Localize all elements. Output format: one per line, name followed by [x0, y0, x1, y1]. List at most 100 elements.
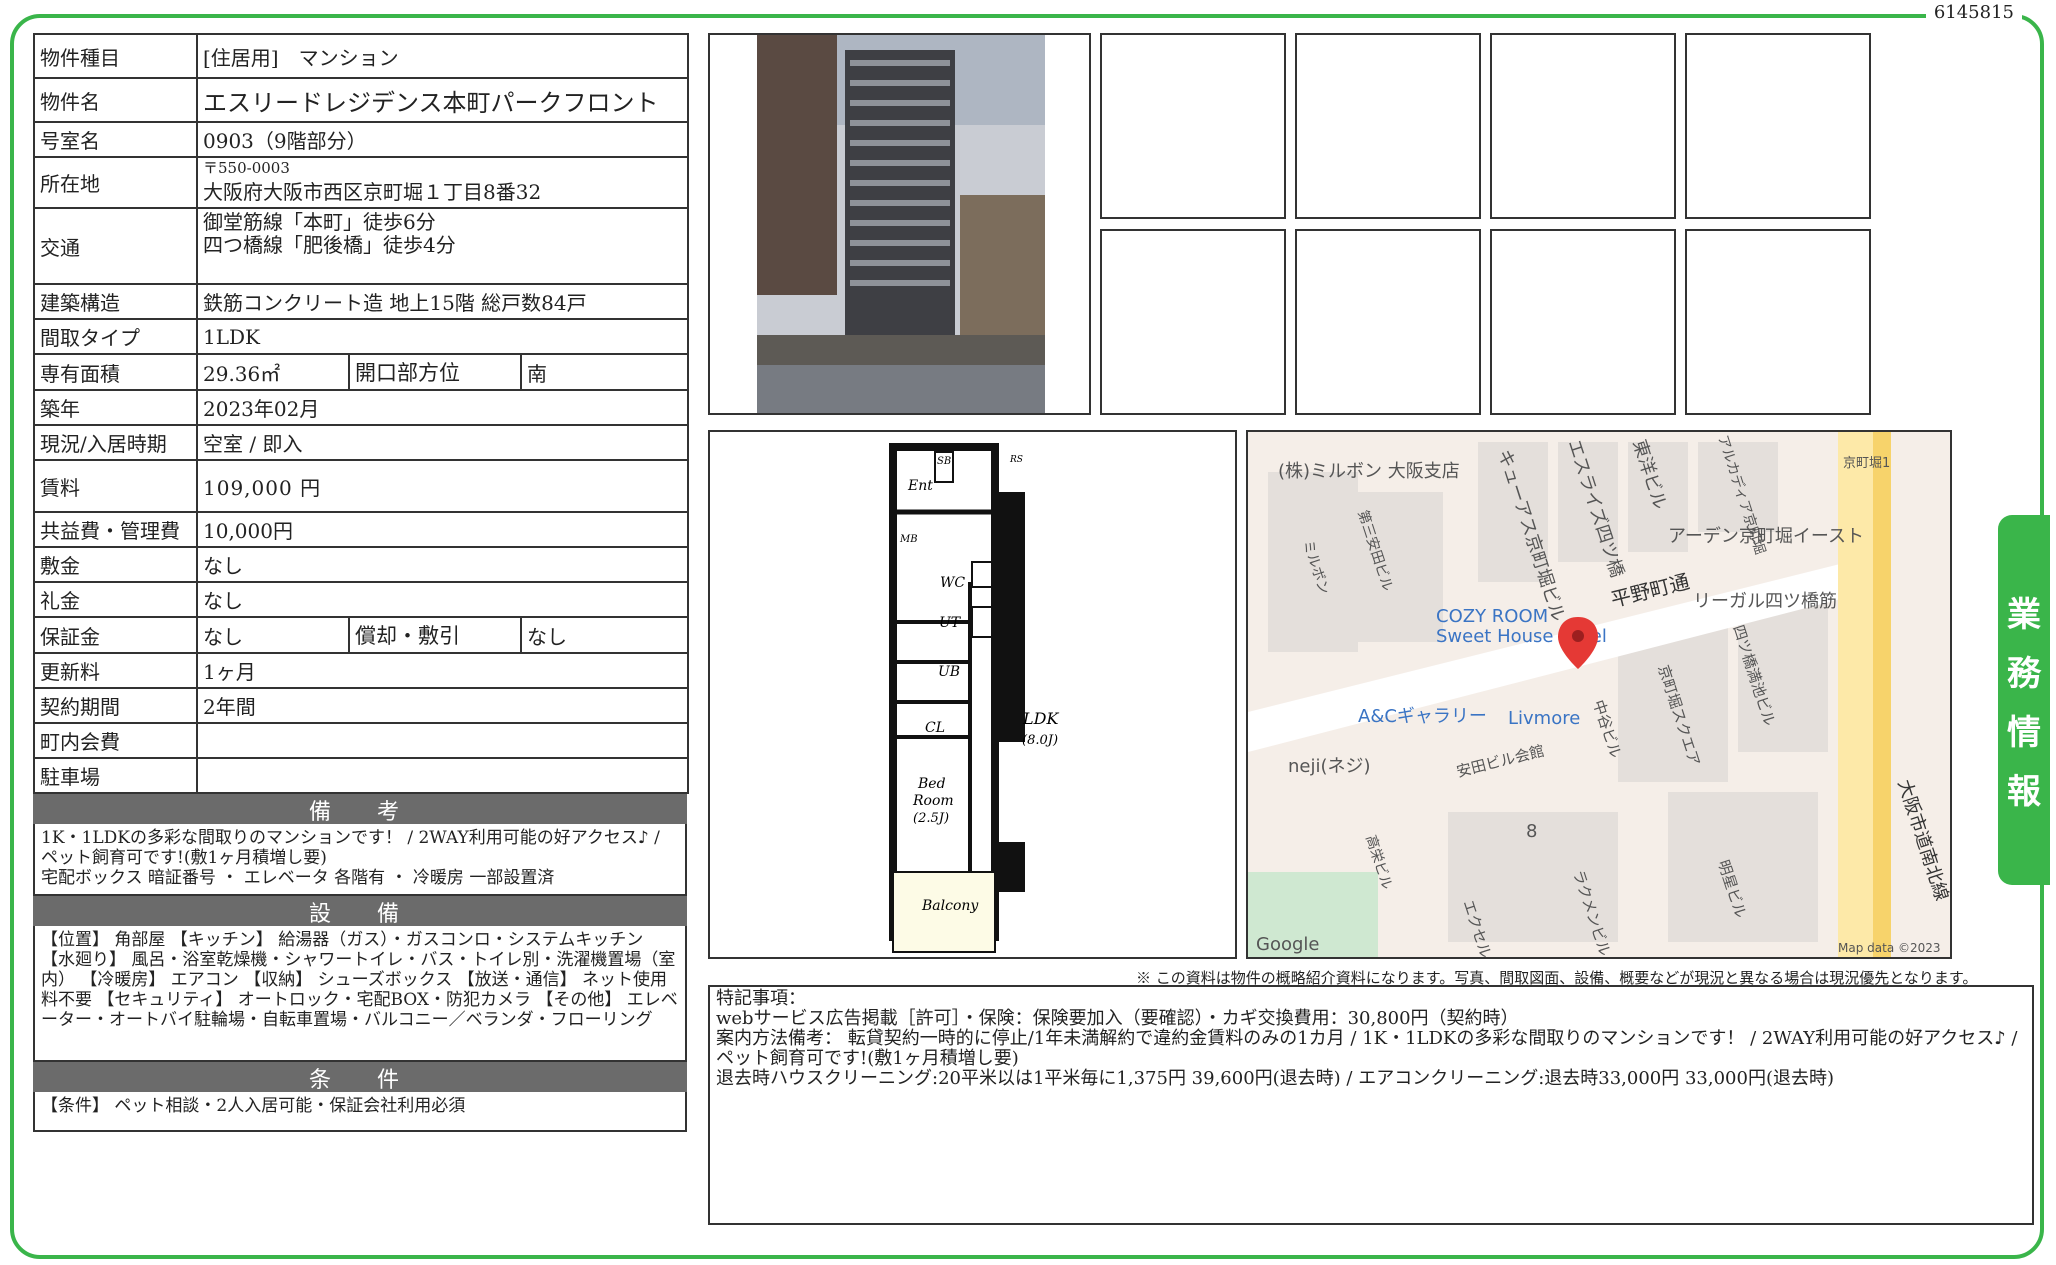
row-rent: 賃料 109,000 円	[33, 459, 689, 513]
thumbnail[interactable]	[1685, 33, 1871, 219]
label-wc: WC	[940, 575, 965, 591]
thumbnail[interactable]	[1100, 229, 1286, 415]
tab-char: 務	[2007, 654, 2041, 694]
label: 専有面積	[33, 353, 198, 391]
label: 建築構造	[33, 283, 198, 320]
building-photo-image	[757, 35, 1045, 413]
remarks-line: 案内方法備考： 転貸契約一時的に停止/1年未満解約で違約金賃料のみの1カ月 / …	[716, 1028, 2024, 1069]
sub-value: 南	[520, 353, 689, 391]
floor-plan[interactable]: Ent SB MB WC UT UB CL LDK (8.0J) Bed Roo…	[708, 430, 1237, 959]
row-layout: 間取タイプ 1LDK	[33, 318, 689, 355]
line: 四つ橋線「肥後橋」徒歩4分	[203, 233, 456, 257]
row-status: 現況/入居時期 空室 / 即入	[33, 424, 689, 461]
map-label: (株)ミルボン 大阪支店	[1278, 461, 1460, 482]
label-ut: UT	[939, 615, 962, 631]
value: 鉄筋コンクリート造 地上15階 総戸数84戸	[196, 283, 689, 320]
label-room: Room	[912, 793, 954, 809]
value	[196, 722, 689, 759]
value: 大阪府大阪市西区京町堀１丁目8番32	[203, 180, 542, 204]
label-balcony: Balcony	[921, 898, 979, 914]
thumbnail[interactable]	[1100, 33, 1286, 219]
row-community: 町内会費	[33, 722, 689, 759]
property-table: 物件種目 [住居用] マンション 物件名 エスリードレジデンス本町パークフロント…	[33, 33, 689, 794]
sub-value: なし	[520, 616, 689, 654]
joken-body: 【条件】 ペット相談・2人入居可能・保証会社利用必須	[33, 1092, 687, 1132]
joken-header: 条 件	[33, 1062, 687, 1093]
label: 物件種目	[33, 33, 198, 79]
label-mb: MB	[899, 534, 918, 545]
biko-body: 1K・1LDKの多彩な間取りのマンションです！ / 2WAY利用可能の好アクセス…	[33, 824, 687, 896]
value: [住居用] マンション	[196, 33, 689, 79]
label: 更新料	[33, 652, 198, 689]
label: 所在地	[33, 156, 198, 209]
map-label: A&Cギャラリー	[1358, 706, 1487, 727]
business-info-tab[interactable]: 業 務 情 報	[1998, 515, 2050, 885]
value: 2年間	[196, 687, 689, 724]
label-sb: SB	[937, 456, 951, 467]
rent-value: 109,000 円	[196, 459, 689, 513]
row-key-money: 礼金 なし	[33, 581, 689, 618]
row-area: 専有面積 29.36㎡ 開口部方位 南	[33, 353, 689, 391]
label-ub: UB	[938, 664, 960, 680]
label: 号室名	[33, 121, 198, 158]
label-rs: RS	[1009, 455, 1023, 465]
document-id: 6145815	[1925, 2, 2022, 23]
sub-label: 償却・敷引	[348, 616, 522, 654]
value: なし	[196, 581, 689, 618]
setsubi-body: 【位置】 角部屋 【キッチン】 給湯器（ガス）・ガスコンロ・システムキッチン 【…	[33, 926, 687, 1062]
map-label: Livmore	[1508, 708, 1580, 729]
thumbnail[interactable]	[1685, 229, 1871, 415]
tab-char: 情	[2007, 713, 2041, 753]
map-label: アーデン京町堀イースト	[1668, 526, 1864, 547]
value: エスリードレジデンス本町パークフロント	[196, 77, 689, 123]
biko-line: 宅配ボックス 暗証番号 ・ エレベータ 各階有 ・ 冷暖房 一部設置済	[41, 868, 555, 888]
row-name: 物件名 エスリードレジデンス本町パークフロント	[33, 77, 689, 123]
value: 2023年02月	[196, 389, 689, 426]
label: 敷金	[33, 546, 198, 583]
tab-char: 報	[2007, 772, 2041, 812]
tab-char: 業	[2007, 595, 2041, 635]
value	[196, 757, 689, 794]
thumbnail[interactable]	[1490, 33, 1676, 219]
remarks-line: 特記事項：	[716, 988, 806, 1009]
label-ldk: LDK	[1022, 709, 1059, 728]
label: 共益費・管理費	[33, 511, 198, 548]
label-cl: CL	[925, 720, 945, 736]
value: 10,000円	[196, 511, 689, 548]
remarks-line: 退去時ハウスクリーニング:20平米以は1平米毎に1,375円 39,600円(退…	[716, 1068, 1834, 1089]
line: 御堂筋線「本町」徒歩6分	[203, 210, 436, 234]
label: 築年	[33, 389, 198, 426]
setsubi-header: 設 備	[33, 896, 687, 927]
map-label: 8	[1526, 821, 1537, 842]
label: 保証金	[33, 616, 198, 654]
label: 交通	[33, 207, 198, 285]
label-bed: Bed	[917, 776, 946, 792]
label: 駐車場	[33, 757, 198, 794]
row-guarantee: 保証金 なし 償却・敷引 なし	[33, 616, 689, 654]
label: 現況/入居時期	[33, 424, 198, 461]
value: 0903（9階部分）	[196, 121, 689, 158]
row-structure: 建築構造 鉄筋コンクリート造 地上15階 総戸数84戸	[33, 283, 689, 320]
map-label: neji(ネジ)	[1288, 756, 1371, 777]
building-photo[interactable]	[708, 33, 1091, 415]
row-address: 所在地 〒550-0003 大阪府大阪市西区京町堀１丁目8番32	[33, 156, 689, 209]
sub-label: 開口部方位	[348, 353, 522, 391]
row-parking: 駐車場	[33, 757, 689, 794]
floor-plan-drawing: Ent SB MB WC UT UB CL LDK (8.0J) Bed Roo…	[889, 443, 1059, 953]
location-map[interactable]: (株)ミルボン 大阪支店 キューアス京町堀ビル エスライズ四ツ橋 東洋ビル アル…	[1246, 430, 1952, 960]
row-renewal: 更新料 1ヶ月	[33, 652, 689, 689]
thumbnail[interactable]	[1295, 229, 1481, 415]
map-label: COZY ROOM	[1436, 606, 1548, 627]
map-image: (株)ミルボン 大阪支店 キューアス京町堀ビル エスライズ四ツ橋 東洋ビル アル…	[1248, 432, 1952, 960]
thumbnail[interactable]	[1490, 229, 1676, 415]
special-remarks: 特記事項： webサービス広告掲載［許可］・保険：保険要加入（要確認）・カギ交換…	[708, 985, 2034, 1225]
label-ent: Ent	[907, 478, 933, 494]
row-deposit: 敷金 なし	[33, 546, 689, 583]
label: 礼金	[33, 581, 198, 618]
label-bed-size: (2.5J)	[913, 811, 949, 826]
map-label: 京町堀1	[1843, 456, 1890, 471]
value: 1LDK	[196, 318, 689, 355]
thumbnail[interactable]	[1295, 33, 1481, 219]
label: 物件名	[33, 77, 198, 123]
row-built: 築年 2023年02月	[33, 389, 689, 426]
